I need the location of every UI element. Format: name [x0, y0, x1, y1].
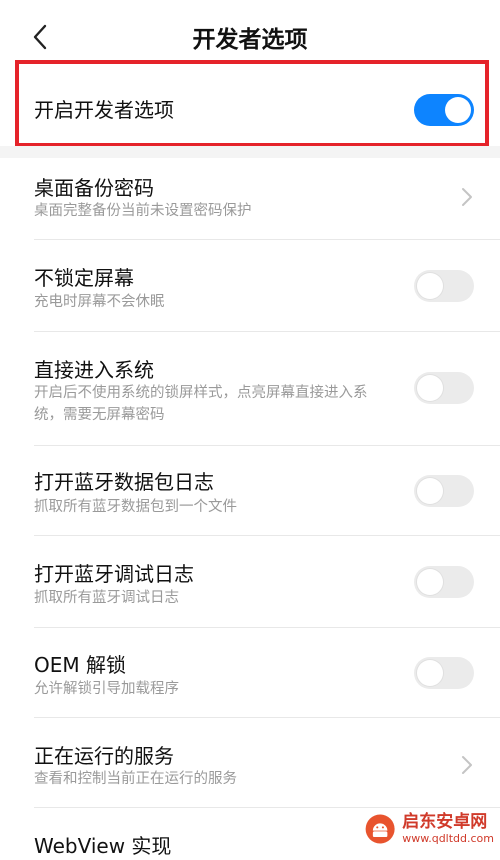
- direct-enter-system-toggle[interactable]: [414, 372, 474, 404]
- section-gap: [0, 146, 500, 158]
- settings-list: 桌面备份密码 桌面完整备份当前未设置密码保护 不锁定屏幕 充电时屏幕不会休眠 直…: [0, 158, 500, 860]
- watermark: 启东安卓网 www.qdltdd.com: [364, 804, 494, 854]
- item-subtitle: 充电时屏幕不会休眠: [34, 294, 165, 310]
- item-title: 桌面备份密码: [34, 176, 154, 200]
- item-subtitle: 抓取所有蓝牙数据包到一个文件: [34, 499, 237, 515]
- list-item-direct-enter-system[interactable]: 直接进入系统 开启后不使用系统的锁屏样式，点亮屏幕直接进入系统，需要无屏幕密码: [0, 332, 500, 446]
- item-subtitle: 桌面完整备份当前未设置密码保护: [34, 203, 252, 219]
- toggle-knob: [417, 569, 443, 595]
- item-title: 直接进入系统: [34, 358, 154, 382]
- toggle-knob: [417, 478, 443, 504]
- list-item-bluetooth-debug-log[interactable]: 打开蓝牙调试日志 抓取所有蓝牙调试日志: [0, 536, 500, 628]
- list-item-running-services[interactable]: 正在运行的服务 查看和控制当前正在运行的服务: [0, 718, 500, 808]
- bluetooth-debug-log-toggle[interactable]: [414, 566, 474, 598]
- page-title: 开发者选项: [192, 27, 308, 53]
- item-subtitle: 查看和控制当前正在运行的服务: [34, 771, 237, 787]
- item-title: WebView 实现: [34, 834, 172, 858]
- oem-unlock-toggle[interactable]: [414, 657, 474, 689]
- chevron-right-icon: [462, 756, 472, 774]
- item-title: 打开蓝牙数据包日志: [34, 470, 214, 494]
- toggle-knob: [417, 660, 443, 686]
- item-title: OEM 解锁: [34, 653, 126, 677]
- item-title: 不锁定屏幕: [34, 266, 134, 290]
- watermark-name: 启东安卓网: [402, 812, 488, 832]
- list-item-desktop-backup-password[interactable]: 桌面备份密码 桌面完整备份当前未设置密码保护: [0, 158, 500, 240]
- highlight-box: [15, 60, 489, 147]
- item-title: 正在运行的服务: [34, 744, 174, 768]
- bluetooth-hci-log-toggle[interactable]: [414, 475, 474, 507]
- list-item-bluetooth-hci-log[interactable]: 打开蓝牙数据包日志 抓取所有蓝牙数据包到一个文件: [0, 446, 500, 536]
- watermark-url: www.qdltdd.com: [402, 832, 494, 845]
- stay-awake-toggle[interactable]: [414, 270, 474, 302]
- toggle-knob: [417, 375, 443, 401]
- list-item-oem-unlock[interactable]: OEM 解锁 允许解锁引导加载程序: [0, 628, 500, 718]
- watermark-text: 启东安卓网 www.qdltdd.com: [402, 812, 494, 846]
- chevron-right-icon: [462, 188, 472, 206]
- item-title: 打开蓝牙调试日志: [34, 562, 194, 586]
- android-logo-icon: [365, 814, 395, 844]
- item-subtitle: 允许解锁引导加载程序: [34, 681, 179, 697]
- toggle-knob: [417, 273, 443, 299]
- item-subtitle: 开启后不使用系统的锁屏样式，点亮屏幕直接进入系统，需要无屏幕密码: [34, 385, 368, 423]
- list-item-stay-awake[interactable]: 不锁定屏幕 充电时屏幕不会休眠: [0, 240, 500, 332]
- item-subtitle: 抓取所有蓝牙调试日志: [34, 590, 179, 606]
